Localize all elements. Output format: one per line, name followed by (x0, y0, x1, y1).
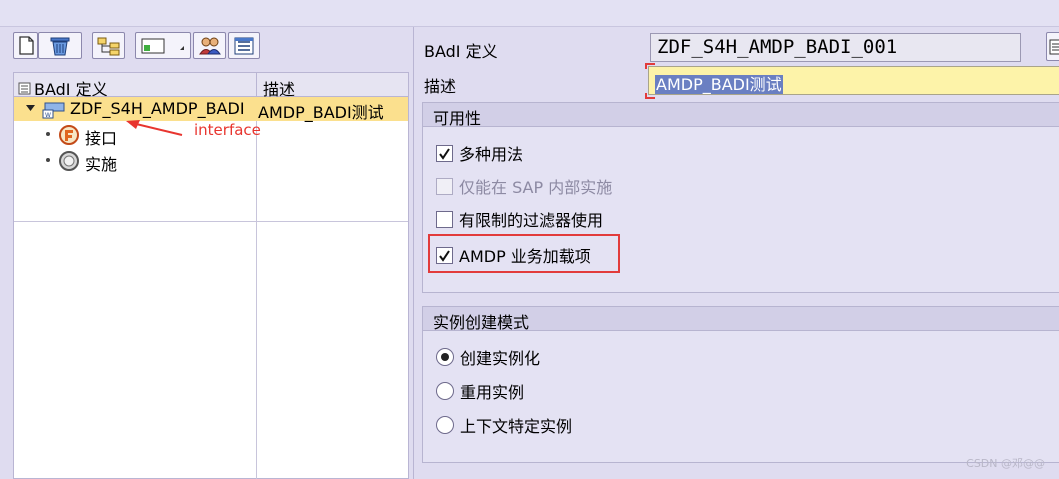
tree-header: BAdI 定义 描述 (14, 73, 408, 99)
radio-dot (441, 353, 449, 361)
checkbox-box[interactable] (436, 144, 453, 162)
usability-group: 可用性 多种用法 仅能在 SAP 内部实施 有限制的过滤器使用 AMDP 业务加… (422, 102, 1059, 293)
tree-bullet-icon (46, 158, 50, 162)
usability-title: 可用性 (423, 103, 1059, 128)
focus-bracket (645, 63, 655, 99)
field-detail-button[interactable] (1046, 32, 1059, 61)
header-divider (256, 73, 257, 97)
limited-filter-checkbox[interactable]: 有限制的过滤器使用 (436, 207, 603, 231)
delete-trash-icon (50, 37, 70, 55)
create-element-icon (141, 38, 184, 53)
details-icon (1049, 39, 1059, 54)
svg-text:W: W (45, 112, 51, 119)
expand-triangle-icon[interactable] (26, 105, 35, 112)
sap-internal-only-checkbox: 仅能在 SAP 内部实施 (436, 174, 612, 198)
checkbox-label: 多种用法 (459, 145, 524, 164)
checkbox-label: 有限制的过滤器使用 (459, 211, 604, 230)
implementation-icon (59, 151, 79, 171)
radio-label: 创建实例化 (460, 349, 541, 368)
delete-button[interactable] (38, 32, 82, 59)
tree-item-interface-label: 接口 (85, 129, 118, 148)
users-icon (198, 37, 221, 54)
radio-circle[interactable] (436, 382, 454, 400)
checkbox-label: 仅能在 SAP 内部实施 (459, 178, 613, 197)
checkbox-box[interactable] (436, 210, 453, 228)
new-document-icon (18, 36, 34, 55)
description-label: 描述 (424, 77, 457, 96)
tree-row-root[interactable]: W ZDF_S4H_AMDP_BADI AMDP_BADI测试 (14, 97, 408, 122)
instance-creation-title: 实例创建模式 (423, 307, 1059, 332)
description-value: AMDP_BADI测试 (655, 75, 783, 94)
multiple-use-checkbox[interactable]: 多种用法 (436, 141, 523, 165)
context-specific-instance-radio[interactable]: 上下文特定实例 (436, 413, 572, 437)
top-strip (0, 0, 1059, 27)
badi-definition-label: BAdI 定义 (424, 42, 498, 61)
radio-circle[interactable] (436, 416, 454, 434)
radio-label: 上下文特定实例 (460, 417, 573, 436)
create-element-button[interactable] (135, 32, 191, 59)
badi-definition-icon: W (42, 102, 65, 119)
description-field[interactable]: AMDP_BADI测试 (648, 66, 1059, 95)
tree-row-divider (14, 221, 408, 222)
users-button[interactable] (193, 32, 226, 59)
create-instance-radio[interactable]: 创建实例化 (436, 345, 540, 369)
radio-circle[interactable] (436, 348, 454, 366)
annotation-label: interface (194, 121, 261, 139)
annotation-arrow (126, 120, 183, 136)
checkmark-icon (439, 147, 450, 160)
right-pane: BAdI 定义 ZDF_S4H_AMDP_BADI_001 描述 AMDP_BA… (415, 27, 1059, 479)
details-list-button[interactable] (228, 32, 260, 59)
interface-icon (59, 125, 79, 145)
left-pane: BAdI 定义 描述 W ZDF_S4H_AMDP_BADI AMDP_BADI… (0, 27, 414, 479)
tree-item-implementation-label: 实施 (85, 155, 118, 174)
badi-definition-field[interactable]: ZDF_S4H_AMDP_BADI_001 (650, 33, 1021, 62)
new-document-button[interactable] (13, 32, 38, 59)
instance-creation-group: 实例创建模式 创建实例化 重用实例 上下文特定实例 (422, 306, 1059, 463)
checkbox-box (436, 177, 453, 195)
root-description: AMDP_BADI测试 (258, 103, 384, 122)
badi-tree: BAdI 定义 描述 W ZDF_S4H_AMDP_BADI AMDP_BADI… (13, 72, 409, 479)
tree-bullet-icon (46, 132, 50, 136)
radio-label: 重用实例 (460, 383, 525, 402)
highlight-box (428, 234, 620, 273)
tree-row-implementation[interactable]: 实施 (14, 149, 408, 174)
hierarchy-icon (97, 37, 119, 55)
reuse-instance-radio[interactable]: 重用实例 (436, 379, 524, 403)
column-icon (18, 82, 31, 94)
root-name: ZDF_S4H_AMDP_BADI (70, 99, 245, 118)
hierarchy-button[interactable] (92, 32, 125, 59)
watermark: CSDN @邓@@ (966, 457, 1045, 470)
details-list-icon (234, 37, 254, 54)
